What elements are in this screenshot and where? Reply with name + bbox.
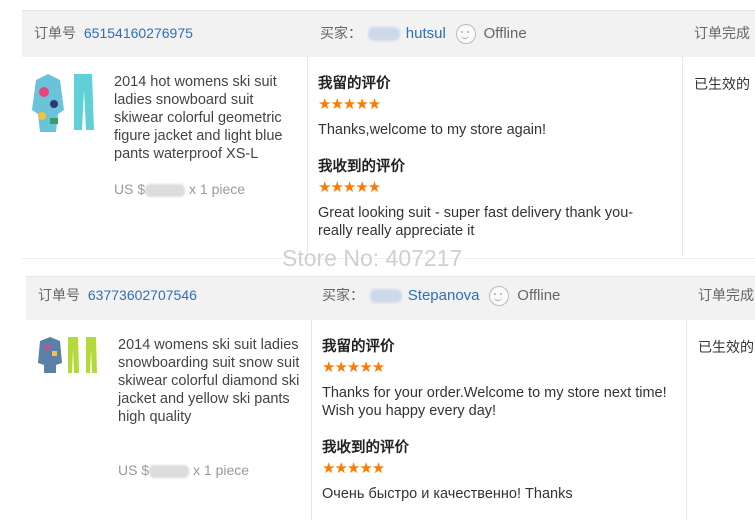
my-review-label: 我留的评价 [318, 76, 391, 92]
order-number-link[interactable]: 63773602707546 [88, 287, 197, 303]
price-currency: US $ [118, 462, 150, 478]
my-review-label: 我留的评价 [322, 339, 395, 355]
price-currency: US $ [114, 181, 146, 197]
my-review-stars: ★★★★★ [318, 96, 381, 113]
order-number-label: 订单号 [34, 25, 76, 41]
received-review-text: Great looking suit - super fast delivery… [318, 205, 634, 239]
order-number-label: 订单号 [38, 287, 80, 303]
column-divider [682, 56, 683, 256]
column-divider [686, 319, 687, 520]
price-line: US $ x 1 piece [118, 462, 249, 478]
price-blurred [145, 183, 186, 197]
order-card: 订单号 63773602707546 买家： Stepanova Offline… [0, 275, 755, 520]
chat-face-icon[interactable] [489, 286, 510, 307]
chat-face-icon[interactable] [455, 24, 476, 45]
price-quantity: x 1 piece [193, 462, 250, 478]
order-header: 订单号 63773602707546 买家： Stepanova Offline… [26, 276, 755, 320]
price-blurred [149, 464, 190, 478]
buyer-label: 买家： [320, 25, 362, 41]
buyer-avatar-blurred [367, 27, 400, 42]
price-line: US $ x 1 piece [114, 181, 245, 197]
review-status: 已生效的 [698, 339, 754, 355]
order-card: 订单号 65154160276975 买家： hutsul Offline 订单… [0, 0, 755, 258]
received-review-text: Очень быстро и качественно! Thanks [322, 486, 573, 502]
received-review-stars: ★★★★★ [318, 179, 381, 196]
product-title-link[interactable]: 2014 womens ski suit ladies snowboarding… [118, 336, 304, 426]
received-review-label: 我收到的评价 [318, 159, 405, 175]
price-quantity: x 1 piece [189, 181, 246, 197]
review-status: 已生效的 [694, 76, 750, 92]
buyer-label: 买家： [322, 287, 364, 303]
product-thumbnail[interactable] [30, 70, 102, 138]
product-title-link[interactable]: 2014 hot womens ski suit ladies snowboar… [114, 73, 300, 163]
order-complete-header: 订单完成 [698, 287, 754, 303]
online-status: Offline [517, 287, 561, 304]
my-review-text: Thanks,welcome to my store again! [318, 122, 547, 138]
my-review-stars: ★★★★★ [322, 359, 385, 376]
buyer-name-link[interactable]: hutsul [406, 25, 446, 42]
received-review-label: 我收到的评价 [322, 440, 409, 456]
order-number-link[interactable]: 65154160276975 [84, 25, 193, 41]
buyer-avatar-blurred [369, 289, 402, 304]
received-review-stars: ★★★★★ [322, 460, 385, 477]
product-thumbnail[interactable] [36, 335, 104, 375]
store-watermark: Store No: 407217 [282, 245, 463, 271]
column-divider [311, 319, 312, 520]
column-divider [307, 56, 308, 256]
order-header: 订单号 65154160276975 买家： hutsul Offline 订单… [22, 10, 755, 57]
my-review-text: Thanks for your order.Welcome to my stor… [322, 385, 667, 419]
buyer-name-link[interactable]: Stepanova [408, 287, 480, 304]
online-status: Offline [483, 25, 527, 42]
order-complete-header: 订单完成 [694, 25, 750, 41]
